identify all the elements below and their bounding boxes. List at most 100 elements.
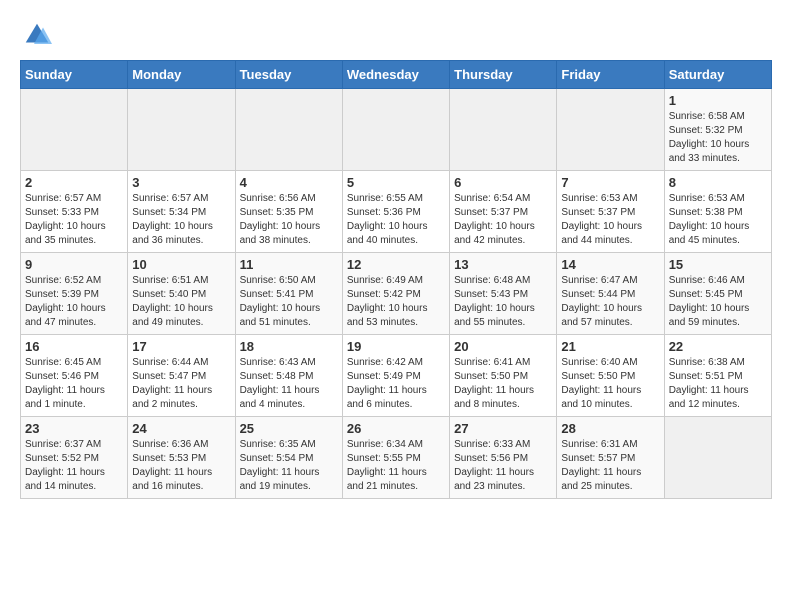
day-info: Sunrise: 6:54 AM Sunset: 5:37 PM Dayligh… <box>454 192 552 248</box>
day-number: 4 <box>240 175 338 190</box>
day-number: 25 <box>240 421 338 436</box>
day-info: Sunrise: 6:35 AM Sunset: 5:54 PM Dayligh… <box>240 438 338 494</box>
day-info: Sunrise: 6:40 AM Sunset: 5:50 PM Dayligh… <box>561 356 659 412</box>
day-info: Sunrise: 6:45 AM Sunset: 5:46 PM Dayligh… <box>25 356 123 412</box>
day-number: 21 <box>561 339 659 354</box>
calendar-cell: 24 Sunrise: 6:36 AM Sunset: 5:53 PM Dayli… <box>128 417 235 499</box>
day-number: 22 <box>669 339 767 354</box>
day-number: 11 <box>240 257 338 272</box>
calendar-cell: 21 Sunrise: 6:40 AM Sunset: 5:50 PM Dayli… <box>557 335 664 417</box>
day-number: 7 <box>561 175 659 190</box>
calendar-cell: 8 Sunrise: 6:53 AM Sunset: 5:38 PM Daylig… <box>664 171 771 253</box>
day-number: 24 <box>132 421 230 436</box>
day-number: 16 <box>25 339 123 354</box>
header-sunday: Sunday <box>21 61 128 89</box>
calendar-cell: 18 Sunrise: 6:43 AM Sunset: 5:48 PM Dayli… <box>235 335 342 417</box>
calendar-cell: 9 Sunrise: 6:52 AM Sunset: 5:39 PM Daylig… <box>21 253 128 335</box>
calendar-cell: 20 Sunrise: 6:41 AM Sunset: 5:50 PM Dayli… <box>450 335 557 417</box>
calendar-cell: 2 Sunrise: 6:57 AM Sunset: 5:33 PM Daylig… <box>21 171 128 253</box>
day-info: Sunrise: 6:58 AM Sunset: 5:32 PM Dayligh… <box>669 110 767 166</box>
day-info: Sunrise: 6:49 AM Sunset: 5:42 PM Dayligh… <box>347 274 445 330</box>
day-info: Sunrise: 6:42 AM Sunset: 5:49 PM Dayligh… <box>347 356 445 412</box>
day-number: 6 <box>454 175 552 190</box>
calendar-cell: 11 Sunrise: 6:50 AM Sunset: 5:41 PM Dayli… <box>235 253 342 335</box>
calendar-week-1: 1Sunrise: 6:58 AM Sunset: 5:32 PM Daylig… <box>21 89 772 171</box>
calendar-week-5: 23 Sunrise: 6:37 AM Sunset: 5:52 PM Dayli… <box>21 417 772 499</box>
page-header <box>20 20 772 50</box>
day-info: Sunrise: 6:56 AM Sunset: 5:35 PM Dayligh… <box>240 192 338 248</box>
day-number: 9 <box>25 257 123 272</box>
day-info: Sunrise: 6:57 AM Sunset: 5:34 PM Dayligh… <box>132 192 230 248</box>
calendar-cell: 7 Sunrise: 6:53 AM Sunset: 5:37 PM Daylig… <box>557 171 664 253</box>
day-info: Sunrise: 6:47 AM Sunset: 5:44 PM Dayligh… <box>561 274 659 330</box>
calendar-cell: 5 Sunrise: 6:55 AM Sunset: 5:36 PM Daylig… <box>342 171 449 253</box>
day-number: 19 <box>347 339 445 354</box>
logo-icon <box>22 20 52 50</box>
day-info: Sunrise: 6:44 AM Sunset: 5:47 PM Dayligh… <box>132 356 230 412</box>
day-number: 18 <box>240 339 338 354</box>
day-number: 3 <box>132 175 230 190</box>
calendar-week-2: 2 Sunrise: 6:57 AM Sunset: 5:33 PM Daylig… <box>21 171 772 253</box>
day-number: 2 <box>25 175 123 190</box>
calendar-header: SundayMondayTuesdayWednesdayThursdayFrid… <box>21 61 772 89</box>
calendar-cell: 12 Sunrise: 6:49 AM Sunset: 5:42 PM Dayli… <box>342 253 449 335</box>
day-number: 8 <box>669 175 767 190</box>
calendar-cell: 3 Sunrise: 6:57 AM Sunset: 5:34 PM Daylig… <box>128 171 235 253</box>
day-number: 13 <box>454 257 552 272</box>
header-tuesday: Tuesday <box>235 61 342 89</box>
day-number: 10 <box>132 257 230 272</box>
day-info: Sunrise: 6:41 AM Sunset: 5:50 PM Dayligh… <box>454 356 552 412</box>
day-info: Sunrise: 6:50 AM Sunset: 5:41 PM Dayligh… <box>240 274 338 330</box>
day-info: Sunrise: 6:55 AM Sunset: 5:36 PM Dayligh… <box>347 192 445 248</box>
calendar-cell: 13 Sunrise: 6:48 AM Sunset: 5:43 PM Dayli… <box>450 253 557 335</box>
day-info: Sunrise: 6:43 AM Sunset: 5:48 PM Dayligh… <box>240 356 338 412</box>
day-info: Sunrise: 6:53 AM Sunset: 5:38 PM Dayligh… <box>669 192 767 248</box>
calendar-cell <box>664 417 771 499</box>
day-info: Sunrise: 6:48 AM Sunset: 5:43 PM Dayligh… <box>454 274 552 330</box>
day-info: Sunrise: 6:33 AM Sunset: 5:56 PM Dayligh… <box>454 438 552 494</box>
day-info: Sunrise: 6:37 AM Sunset: 5:52 PM Dayligh… <box>25 438 123 494</box>
calendar-cell: 28Sunrise: 6:31 AM Sunset: 5:57 PM Dayli… <box>557 417 664 499</box>
calendar-cell: 22 Sunrise: 6:38 AM Sunset: 5:51 PM Dayli… <box>664 335 771 417</box>
day-info: Sunrise: 6:38 AM Sunset: 5:51 PM Dayligh… <box>669 356 767 412</box>
header-wednesday: Wednesday <box>342 61 449 89</box>
header-thursday: Thursday <box>450 61 557 89</box>
day-number: 14 <box>561 257 659 272</box>
calendar-cell <box>21 89 128 171</box>
calendar-cell: 26 Sunrise: 6:34 AM Sunset: 5:55 PM Dayli… <box>342 417 449 499</box>
calendar-cell: 14 Sunrise: 6:47 AM Sunset: 5:44 PM Dayli… <box>557 253 664 335</box>
day-number: 20 <box>454 339 552 354</box>
calendar-table: SundayMondayTuesdayWednesdayThursdayFrid… <box>20 60 772 499</box>
calendar-cell <box>450 89 557 171</box>
day-number: 17 <box>132 339 230 354</box>
header-monday: Monday <box>128 61 235 89</box>
header-friday: Friday <box>557 61 664 89</box>
calendar-cell <box>342 89 449 171</box>
logo <box>20 20 52 50</box>
calendar-cell: 25 Sunrise: 6:35 AM Sunset: 5:54 PM Dayli… <box>235 417 342 499</box>
calendar-cell: 16 Sunrise: 6:45 AM Sunset: 5:46 PM Dayli… <box>21 335 128 417</box>
day-info: Sunrise: 6:36 AM Sunset: 5:53 PM Dayligh… <box>132 438 230 494</box>
calendar-cell <box>235 89 342 171</box>
day-number: 12 <box>347 257 445 272</box>
day-info: Sunrise: 6:34 AM Sunset: 5:55 PM Dayligh… <box>347 438 445 494</box>
header-saturday: Saturday <box>664 61 771 89</box>
day-number: 28 <box>561 421 659 436</box>
calendar-cell: 19 Sunrise: 6:42 AM Sunset: 5:49 PM Dayli… <box>342 335 449 417</box>
day-info: Sunrise: 6:52 AM Sunset: 5:39 PM Dayligh… <box>25 274 123 330</box>
day-info: Sunrise: 6:53 AM Sunset: 5:37 PM Dayligh… <box>561 192 659 248</box>
day-number: 5 <box>347 175 445 190</box>
calendar-cell: 17 Sunrise: 6:44 AM Sunset: 5:47 PM Dayli… <box>128 335 235 417</box>
day-info: Sunrise: 6:57 AM Sunset: 5:33 PM Dayligh… <box>25 192 123 248</box>
calendar-cell: 1Sunrise: 6:58 AM Sunset: 5:32 PM Daylig… <box>664 89 771 171</box>
day-number: 23 <box>25 421 123 436</box>
day-info: Sunrise: 6:51 AM Sunset: 5:40 PM Dayligh… <box>132 274 230 330</box>
calendar-cell: 23 Sunrise: 6:37 AM Sunset: 5:52 PM Dayli… <box>21 417 128 499</box>
calendar-cell: 6 Sunrise: 6:54 AM Sunset: 5:37 PM Daylig… <box>450 171 557 253</box>
day-info: Sunrise: 6:46 AM Sunset: 5:45 PM Dayligh… <box>669 274 767 330</box>
day-number: 26 <box>347 421 445 436</box>
calendar-cell: 27Sunrise: 6:33 AM Sunset: 5:56 PM Dayli… <box>450 417 557 499</box>
calendar-body: 1Sunrise: 6:58 AM Sunset: 5:32 PM Daylig… <box>21 89 772 499</box>
calendar-cell <box>557 89 664 171</box>
calendar-week-3: 9 Sunrise: 6:52 AM Sunset: 5:39 PM Daylig… <box>21 253 772 335</box>
